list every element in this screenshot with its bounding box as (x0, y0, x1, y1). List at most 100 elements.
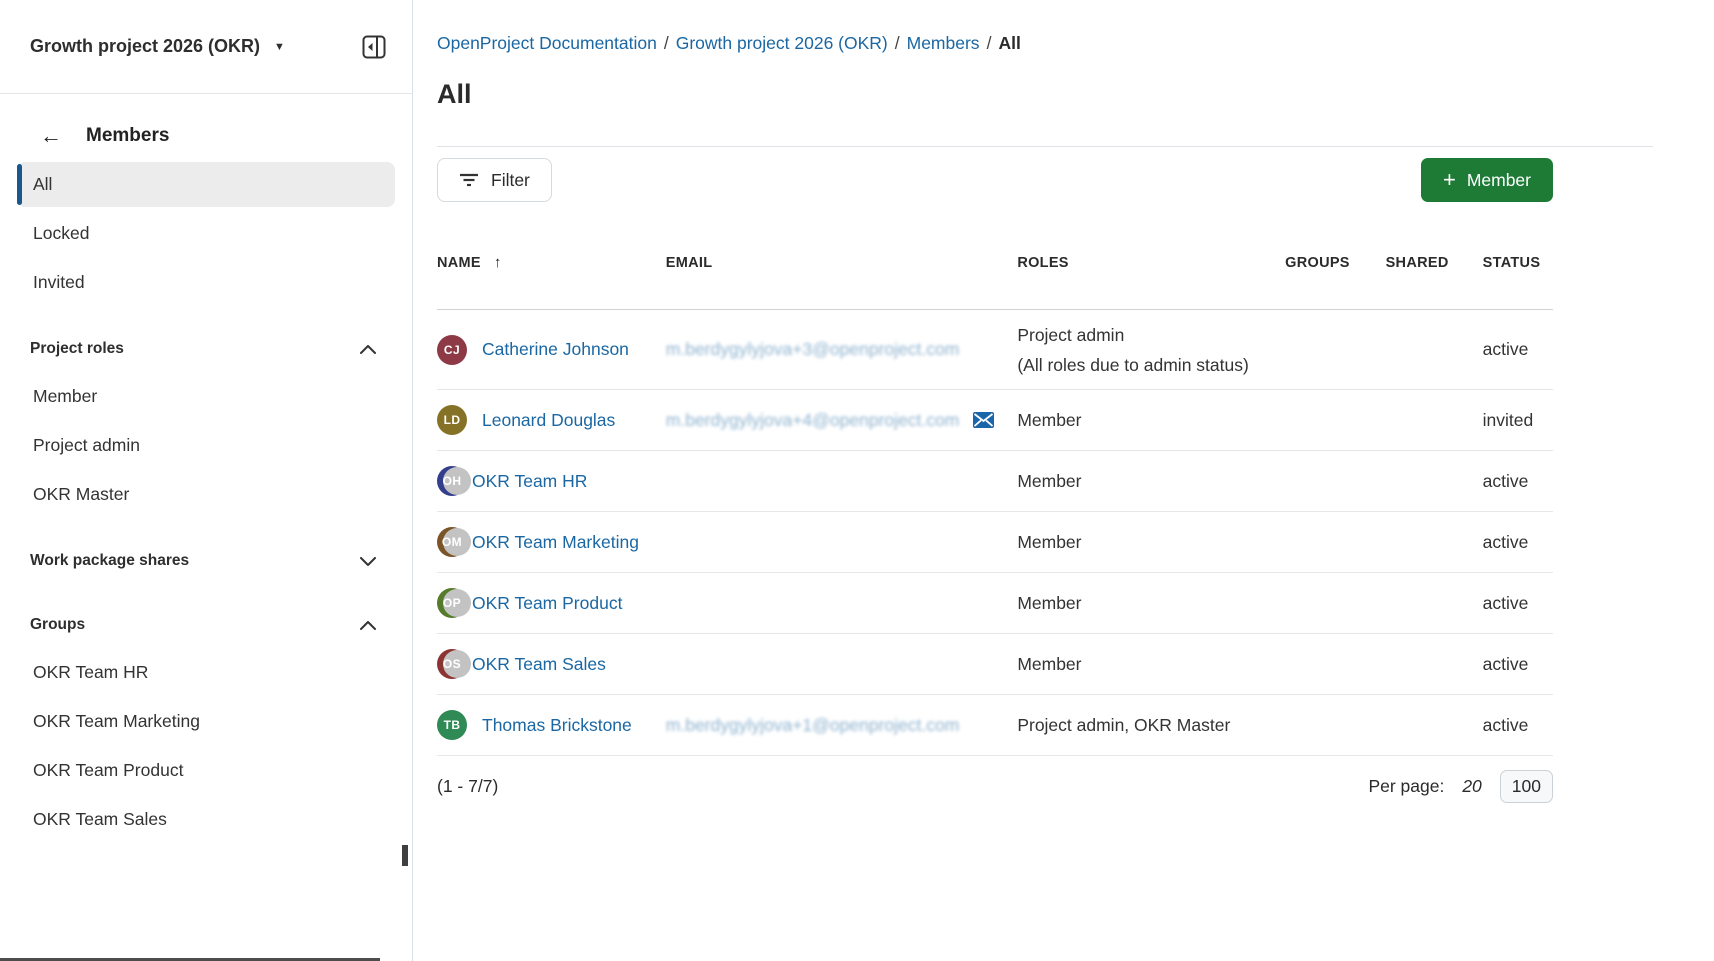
email-cell (666, 512, 1018, 573)
role-text: Member (1017, 649, 1277, 679)
project-name[interactable]: Growth project 2026 (OKR) (30, 36, 260, 57)
roles-cell: Member (1017, 390, 1285, 451)
members-filter-list: All Locked Invited (0, 162, 412, 305)
role-text: Member (1017, 466, 1277, 496)
name-cell: LD Leonard Douglas (437, 390, 666, 451)
roles-cell: Member (1017, 451, 1285, 512)
filter-button[interactable]: Filter (437, 158, 552, 202)
sidebar-item-okr-master[interactable]: OKR Master (17, 472, 395, 517)
groups-cell (1285, 512, 1385, 573)
member-name-link[interactable]: OKR Team Marketing (472, 532, 639, 553)
column-header-email[interactable]: EMAIL (666, 254, 1018, 310)
role-text: Project admin (1017, 320, 1277, 350)
groups-cell (1285, 390, 1385, 451)
sidebar-item-project-admin[interactable]: Project admin (17, 423, 395, 468)
chevron-up-icon (360, 621, 376, 630)
filter-icon (459, 173, 479, 187)
breadcrumb-link[interactable]: Growth project 2026 (OKR) (676, 33, 888, 53)
sidebar-section-project-roles[interactable]: Project roles (0, 329, 412, 369)
groups-cell (1285, 634, 1385, 695)
avatar-initials: LD (444, 413, 461, 427)
back-arrow-icon[interactable]: ← (40, 125, 62, 147)
groups-cell (1285, 451, 1385, 512)
shared-cell (1386, 451, 1483, 512)
email-cell (666, 573, 1018, 634)
page-title: All (437, 79, 1653, 110)
project-sidebar: Growth project 2026 (OKR) ▼ ← Members Al… (0, 0, 413, 961)
roles-cell: Project admin (All roles due to admin st… (1017, 310, 1285, 390)
add-member-button[interactable]: + Member (1421, 158, 1553, 202)
member-name-link[interactable]: Thomas Brickstone (482, 715, 632, 736)
breadcrumb-link[interactable]: Members (907, 33, 980, 53)
table-body: CJ Catherine Johnson m.berdygylyjova+3@o… (437, 310, 1553, 756)
breadcrumb-current: All (998, 33, 1020, 53)
table-header-row: NAME↑ EMAIL ROLES GROUPS SHARED STATUS (437, 254, 1553, 310)
table-row: OS OKR Team Sales Member active (437, 634, 1553, 695)
sidebar-item-okr-team-marketing[interactable]: OKR Team Marketing (17, 699, 395, 744)
groups-cell (1285, 695, 1385, 756)
avatar: OS (437, 649, 467, 679)
name-cell: CJ Catherine Johnson (437, 310, 666, 390)
sidebar-item-label: Invited (33, 272, 85, 293)
column-header-name[interactable]: NAME↑ (437, 254, 666, 310)
column-header-groups[interactable]: GROUPS (1285, 254, 1385, 310)
per-page-control: Per page: 20 100 (1368, 770, 1553, 803)
members-menu-title: Members (86, 125, 169, 147)
avatar: TB (437, 710, 467, 740)
email-cell: m.berdygylyjova+3@openproject.com (666, 310, 1018, 390)
sidebar-item-okr-team-sales[interactable]: OKR Team Sales (17, 797, 395, 842)
sidebar-item-locked[interactable]: Locked (17, 211, 395, 256)
sidebar-item-okr-team-product[interactable]: OKR Team Product (17, 748, 395, 793)
status-cell: active (1483, 573, 1553, 634)
sidebar-item-label: OKR Team HR (33, 662, 148, 683)
name-cell: OH OKR Team HR (437, 451, 666, 512)
avatar-initials: CJ (444, 343, 460, 357)
column-header-roles[interactable]: ROLES (1017, 254, 1285, 310)
sidebar-item-okr-team-hr[interactable]: OKR Team HR (17, 650, 395, 695)
per-page-option[interactable]: 20 (1462, 776, 1481, 797)
shared-cell (1386, 695, 1483, 756)
member-name-link[interactable]: Catherine Johnson (482, 339, 629, 360)
status-cell: active (1483, 634, 1553, 695)
member-name-link[interactable]: OKR Team Product (472, 593, 622, 614)
member-name-link[interactable]: OKR Team Sales (472, 654, 606, 675)
collapse-sidebar-button[interactable] (360, 33, 388, 61)
table-row: CJ Catherine Johnson m.berdygylyjova+3@o… (437, 310, 1553, 390)
avatar-initials: OH (443, 474, 462, 488)
sidebar-item-invited[interactable]: Invited (17, 260, 395, 305)
per-page-options: 20 100 (1462, 770, 1553, 803)
avatar-initials: TB (444, 718, 461, 732)
sidebar-section-items: Member Project admin OKR Master (0, 374, 412, 517)
name-cell: OP OKR Team Product (437, 573, 666, 634)
avatar: OM (437, 527, 467, 557)
status-cell: active (1483, 310, 1553, 390)
sidebar-item-all[interactable]: All (17, 162, 395, 207)
role-text: Member (1017, 588, 1277, 618)
sidebar-item-label: Locked (33, 223, 89, 244)
per-page-label: Per page: (1368, 776, 1444, 797)
breadcrumb-link[interactable]: OpenProject Documentation (437, 33, 657, 53)
sidebar-section-groups[interactable]: Groups (0, 605, 412, 645)
role-text: Project admin, OKR Master (1017, 710, 1277, 740)
sidebar-resize-handle[interactable] (402, 845, 408, 866)
breadcrumb-separator: / (888, 33, 907, 53)
email-text: m.berdygylyjova+4@openproject.com (666, 410, 960, 431)
project-selector-row: Growth project 2026 (OKR) ▼ (0, 0, 412, 94)
per-page-option[interactable]: 100 (1500, 770, 1553, 803)
name-cell: OM OKR Team Marketing (437, 512, 666, 573)
roles-cell: Member (1017, 573, 1285, 634)
shared-cell (1386, 390, 1483, 451)
project-menu-caret-icon[interactable]: ▼ (274, 41, 285, 53)
sidebar-item-label: OKR Team Sales (33, 809, 167, 830)
column-header-status[interactable]: STATUS (1483, 254, 1553, 310)
column-header-shared[interactable]: SHARED (1386, 254, 1483, 310)
sidebar-item-label: Project admin (33, 435, 140, 456)
sidebar-item-member[interactable]: Member (17, 374, 395, 419)
main-content: OpenProject Documentation /Growth project… (413, 0, 1714, 961)
avatar: OP (437, 588, 467, 618)
member-name-link[interactable]: Leonard Douglas (482, 410, 615, 431)
app-window: Growth project 2026 (OKR) ▼ ← Members Al… (0, 0, 1714, 961)
sidebar-section-work-package-shares[interactable]: Work package shares (0, 541, 412, 581)
member-name-link[interactable]: OKR Team HR (472, 471, 587, 492)
sidebar-section-label: Work package shares (30, 552, 189, 570)
